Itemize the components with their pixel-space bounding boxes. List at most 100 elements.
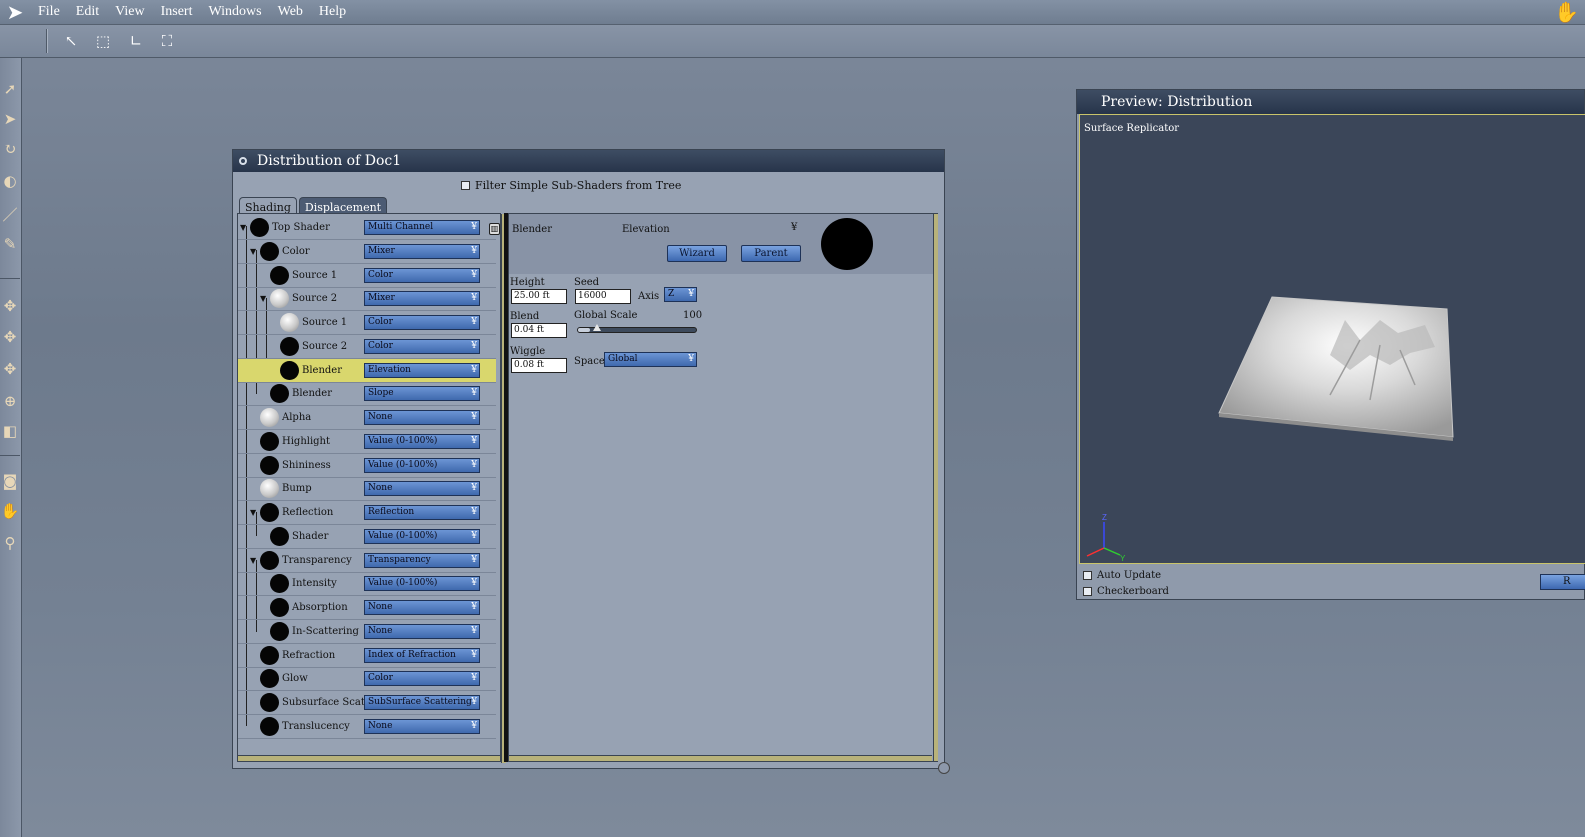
shader-type-select[interactable]: None ¥ [364, 600, 480, 615]
tree-row[interactable]: ▼ Transparency Transparency ¥ [238, 549, 496, 573]
tree-row[interactable]: Shader Value (0-100%) ¥ [238, 525, 496, 549]
tree-row[interactable]: Absorption None ¥ [238, 596, 496, 620]
preview-title-bar[interactable]: Preview: Distribution [1077, 90, 1584, 114]
menu-web[interactable]: Web [270, 4, 311, 20]
menu-windows[interactable]: Windows [201, 4, 270, 20]
shader-type-select[interactable]: SubSurface Scattering ¥ [364, 695, 480, 710]
trash-icon[interactable]: ▥ [489, 223, 500, 235]
select-tool-icon[interactable]: ➚ [0, 78, 20, 100]
tree-row[interactable]: Subsurface Scat SubSurface Scattering ¥ [238, 691, 496, 715]
shader-type-select[interactable]: Multi Channel ¥ [364, 220, 480, 235]
detail-horizontal-scrollbar[interactable] [509, 755, 932, 761]
shader-type-select[interactable]: Color ¥ [364, 315, 480, 330]
tree-row[interactable]: Refraction Index of Refraction ¥ [238, 644, 496, 668]
shader-type-select[interactable]: Transparency ¥ [364, 552, 480, 568]
filter-checkbox[interactable] [461, 181, 470, 190]
shader-type-select[interactable]: None ¥ [364, 718, 480, 734]
shader-type-select[interactable]: Mixer ¥ [364, 243, 480, 259]
expand-arrow-icon[interactable]: ▼ [250, 247, 256, 256]
shader-type-select[interactable]: None ¥ [364, 481, 480, 497]
tree-row[interactable]: Intensity Value (0-100%) ¥ [238, 572, 496, 597]
tree-row[interactable]: ▼ Top Shader Multi Channel ¥ [238, 216, 496, 240]
tree-horizontal-scrollbar[interactable] [238, 755, 500, 761]
height-field[interactable]: 25.00 ft [511, 289, 567, 304]
expand-arrow-icon[interactable]: ▼ [260, 294, 266, 303]
shader-type-select[interactable]: None ¥ [364, 623, 480, 639]
seed-field[interactable]: 16000 [575, 289, 631, 304]
tree-row[interactable]: Alpha None ¥ [238, 406, 496, 430]
move-xyz-icon[interactable]: ✥ [0, 295, 20, 317]
camera-icon[interactable]: ◙ [0, 470, 20, 492]
auto-update-option[interactable]: Auto Update [1083, 570, 1161, 581]
tree-row[interactable]: Shininess Value (0-100%) ¥ [238, 454, 496, 478]
menu-file[interactable]: File [30, 4, 68, 20]
checkerboard-checkbox[interactable] [1083, 587, 1092, 596]
expand-arrow-icon[interactable]: ▼ [250, 508, 256, 517]
pan-tool-icon[interactable]: ◐ [0, 170, 20, 192]
preview-viewport[interactable]: Surface Replicator Z Y [1079, 114, 1585, 564]
tree-row[interactable]: ▼ Color Mixer ¥ [238, 240, 496, 264]
shader-type-select[interactable]: Mixer ¥ [364, 291, 480, 307]
space-select[interactable]: Global ¥ [604, 352, 697, 367]
shader-type-select[interactable]: Color ¥ [364, 671, 480, 687]
axis-select[interactable]: Z ¥ [664, 287, 697, 302]
arrow-tool-icon[interactable]: ➤ [0, 108, 20, 130]
shader-type-select[interactable]: Slope ¥ [364, 386, 480, 402]
shader-type-select[interactable]: None ¥ [364, 410, 480, 425]
tree-row[interactable]: Glow Color ¥ [238, 667, 496, 692]
auto-update-checkbox[interactable] [1083, 571, 1092, 580]
shader-type-select[interactable]: Value (0-100%) ¥ [364, 433, 480, 449]
tree-row[interactable]: Highlight Value (0-100%) ¥ [238, 430, 496, 454]
global-scale-thumb[interactable] [593, 324, 601, 331]
menu-insert[interactable]: Insert [153, 4, 201, 20]
resize-icon[interactable]: ⛶ [156, 31, 178, 51]
pointer-icon[interactable]: ↖ [60, 31, 82, 51]
move-icon[interactable]: ⬚ [92, 31, 114, 51]
cube-tool-icon[interactable]: ◧ [0, 420, 20, 442]
expand-arrow-icon[interactable]: ▼ [240, 223, 246, 232]
paint-tool-icon[interactable]: ✎ [0, 233, 20, 255]
tree-row[interactable]: ▼ Source 2 Mixer ¥ [238, 287, 496, 312]
tree-row[interactable]: Blender Slope ¥ [238, 382, 496, 407]
shader-type-select[interactable]: Value (0-100%) ¥ [364, 457, 480, 473]
filter-option[interactable]: Filter Simple Sub-Shaders from Tree [461, 179, 681, 192]
menu-view[interactable]: View [107, 4, 152, 20]
rotate-icon[interactable]: ∟ [125, 31, 147, 51]
chevron-down-icon[interactable]: ¥ [791, 222, 797, 233]
move-xz-icon[interactable]: ✥ [0, 326, 20, 348]
wiggle-field[interactable]: 0.08 ft [511, 358, 567, 373]
render-button[interactable]: R [1540, 574, 1585, 590]
tree-row[interactable]: Translucency None ¥ [238, 715, 496, 739]
zoom-icon[interactable]: ⚲ [0, 532, 20, 554]
shader-type-select[interactable]: Index of Refraction ¥ [364, 647, 480, 663]
checkerboard-option[interactable]: Checkerboard [1083, 586, 1169, 597]
blend-field[interactable]: 0.04 ft [511, 323, 567, 338]
parent-button[interactable]: Parent [741, 245, 801, 262]
tree-row[interactable]: Bump None ¥ [238, 477, 496, 502]
tree-row[interactable]: ▼ Reflection Reflection ¥ [238, 501, 496, 525]
wizard-button[interactable]: Wizard [667, 245, 727, 262]
window-title-bar[interactable]: Distribution of Doc1 [233, 150, 944, 172]
wand-tool-icon[interactable]: ／ [0, 203, 20, 225]
tree-row[interactable]: Blender Elevation ¥ [238, 358, 496, 383]
tree-row[interactable]: Source 1 Color ¥ [238, 311, 496, 335]
scale-tool-icon[interactable]: ⊕ [0, 390, 20, 412]
shader-type-select[interactable]: Value (0-100%) ¥ [364, 528, 480, 544]
detail-vertical-scrollbar[interactable] [933, 214, 938, 761]
move-y-icon[interactable]: ✥ [0, 358, 20, 380]
app-logo-icon[interactable]: ➤ [0, 0, 30, 25]
tree-row[interactable]: Source 1 Color ¥ [238, 264, 496, 288]
detail-shader-type[interactable]: Elevation [622, 224, 670, 235]
shader-type-select[interactable]: Color ¥ [364, 267, 480, 283]
resize-grip-icon[interactable] [938, 762, 950, 774]
menu-help[interactable]: Help [311, 4, 354, 20]
hand-icon[interactable]: ✋ [0, 500, 20, 522]
rotate-tool-icon[interactable]: ↻ [0, 138, 20, 160]
shader-type-select[interactable]: Value (0-100%) ¥ [364, 576, 480, 592]
shader-type-select[interactable]: Color ¥ [364, 338, 480, 354]
expand-arrow-icon[interactable]: ▼ [250, 556, 256, 565]
tree-row[interactable]: Source 2 Color ¥ [238, 335, 496, 359]
menu-edit[interactable]: Edit [68, 4, 107, 20]
shader-type-select[interactable]: Reflection ¥ [364, 505, 480, 520]
close-icon[interactable] [239, 157, 247, 165]
